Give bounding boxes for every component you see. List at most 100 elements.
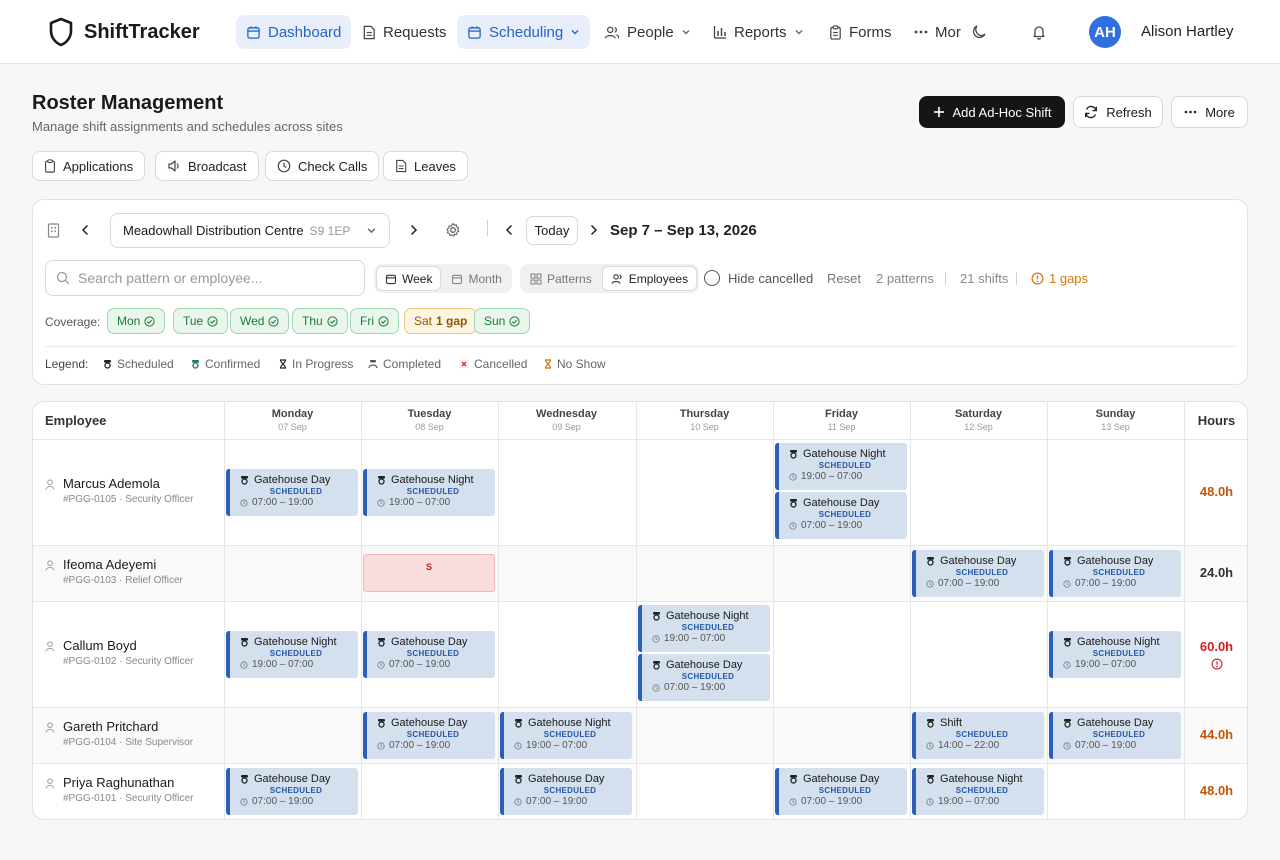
gaps-indicator[interactable]: 1 gaps bbox=[1031, 271, 1088, 286]
user-name[interactable]: Alison Hartley bbox=[1141, 23, 1234, 40]
shift-card[interactable]: Gatehouse Day SCHEDULED 07:00 – 19:00 bbox=[638, 654, 770, 701]
week-view-button[interactable]: Week bbox=[376, 266, 442, 291]
shift-card[interactable]: Gatehouse Night SCHEDULED 19:00 – 07:00 bbox=[363, 469, 495, 516]
day-date: 07 Sep bbox=[278, 422, 307, 432]
broadcast-button[interactable]: Broadcast bbox=[155, 151, 259, 181]
nav-people[interactable]: People bbox=[594, 15, 701, 49]
employee-meta: #PGG-0105 · Security Officer bbox=[63, 494, 194, 505]
patterns-label: Patterns bbox=[547, 271, 592, 286]
shift-status: SCHEDULED bbox=[681, 672, 735, 681]
shift-title-text: Gatehouse Day bbox=[666, 659, 743, 671]
reset-button[interactable]: Reset bbox=[827, 271, 861, 286]
shift-card[interactable]: Gatehouse Day SCHEDULED 07:00 – 19:00 bbox=[500, 768, 632, 815]
employee-cell[interactable]: Gareth Pritchard #PGG-0104 · Site Supervi… bbox=[45, 719, 193, 748]
employees-button[interactable]: Employees bbox=[601, 266, 698, 291]
clock-icon bbox=[652, 683, 660, 692]
clock-icon bbox=[514, 741, 522, 750]
shift-card[interactable]: Gatehouse Day SCHEDULED 07:00 – 19:00 bbox=[1049, 712, 1181, 759]
shift-time: 07:00 – 19:00 bbox=[377, 659, 489, 670]
shift-status: SCHEDULED bbox=[955, 730, 1009, 739]
shift-title: Gatehouse Night bbox=[652, 610, 764, 622]
leaves-button[interactable]: Leaves bbox=[383, 151, 468, 181]
nav-dashboard[interactable]: Dashboard bbox=[236, 15, 352, 49]
nav-reports[interactable]: Reports bbox=[703, 15, 814, 49]
coverage-chip-sat[interactable]: Sat 1 gap bbox=[404, 308, 478, 334]
shift-title-text: Gatehouse Day bbox=[391, 717, 468, 729]
shift-title-text: Gatehouse Day bbox=[1077, 717, 1154, 729]
row-divider bbox=[33, 601, 1247, 602]
coverage-chip-tue[interactable]: Tue bbox=[173, 308, 229, 334]
cancelled-shift-card[interactable]: S bbox=[363, 554, 495, 592]
search-input[interactable]: Search pattern or employee... bbox=[45, 260, 365, 296]
shift-card[interactable]: Gatehouse Night SCHEDULED 19:00 – 07:00 bbox=[500, 712, 632, 759]
shift-card[interactable]: Gatehouse Day SCHEDULED 07:00 – 19:00 bbox=[775, 768, 907, 815]
patterns-button[interactable]: Patterns bbox=[522, 266, 600, 291]
employee-cell[interactable]: Ifeoma Adeyemi #PGG-0103 · Relief Officer bbox=[45, 557, 183, 586]
shift-card[interactable]: Gatehouse Night SCHEDULED 19:00 – 07:00 bbox=[1049, 631, 1181, 678]
employee-cell[interactable]: Callum Boyd #PGG-0102 · Security Officer bbox=[45, 638, 193, 667]
month-view-button[interactable]: Month bbox=[443, 266, 509, 291]
chevron-down-icon bbox=[366, 225, 377, 236]
coverage-chip-thu[interactable]: Thu bbox=[292, 308, 348, 334]
employee-cell[interactable]: Priya Raghunathan #PGG-0101 · Security Of… bbox=[45, 775, 193, 804]
shift-card[interactable]: Shift SCHEDULED 14:00 – 22:00 bbox=[912, 712, 1044, 759]
refresh-button[interactable]: Refresh bbox=[1073, 96, 1163, 128]
add-ad-hoc-shift-button[interactable]: Add Ad-Hoc Shift bbox=[919, 96, 1065, 128]
coverage-chip-mon[interactable]: Mon bbox=[107, 308, 166, 334]
check-calls-button[interactable]: Check Calls bbox=[265, 151, 380, 181]
employee-info: Callum Boyd #PGG-0102 · Security Officer bbox=[63, 638, 193, 667]
applications-button[interactable]: Applications bbox=[32, 151, 146, 181]
site-select[interactable]: Meadowhall Distribution Centre S9 1EP bbox=[110, 213, 390, 248]
more-button[interactable]: More bbox=[1171, 96, 1248, 128]
prev-site-button[interactable] bbox=[81, 224, 90, 236]
bell-icon[interactable] bbox=[1031, 24, 1047, 40]
shift-card[interactable]: Gatehouse Day SCHEDULED 07:00 – 19:00 bbox=[775, 492, 907, 539]
clock-icon bbox=[240, 498, 248, 507]
shift-title-text: Gatehouse Day bbox=[254, 474, 331, 486]
legend-item-confirmed: Confirmed bbox=[191, 357, 260, 371]
gear-icon[interactable] bbox=[445, 222, 461, 238]
shift-title: Gatehouse Day bbox=[926, 555, 1038, 567]
moon-icon[interactable] bbox=[971, 24, 987, 40]
nav-more[interactable]: Mor bbox=[904, 15, 971, 49]
shift-status: SCHEDULED bbox=[406, 487, 460, 496]
shift-time-text: 19:00 – 07:00 bbox=[664, 633, 726, 644]
shift-card[interactable]: Gatehouse Day SCHEDULED 07:00 – 19:00 bbox=[912, 550, 1044, 597]
shift-time: 07:00 – 19:00 bbox=[789, 520, 901, 531]
shift-card[interactable]: Gatehouse Night SCHEDULED 19:00 – 07:00 bbox=[638, 605, 770, 652]
shift-time-text: 19:00 – 07:00 bbox=[1075, 659, 1137, 670]
coverage-chip-wed[interactable]: Wed bbox=[230, 308, 290, 334]
shift-card[interactable]: Gatehouse Night SCHEDULED 19:00 – 07:00 bbox=[912, 768, 1044, 815]
coverage-chip-fri[interactable]: Fri bbox=[350, 308, 399, 334]
shift-card[interactable]: Gatehouse Day SCHEDULED 07:00 – 19:00 bbox=[226, 768, 358, 815]
hide-cancelled-checkbox[interactable] bbox=[704, 270, 720, 286]
hide-cancelled-label[interactable]: Hide cancelled bbox=[728, 271, 813, 286]
shift-card[interactable]: Gatehouse Day SCHEDULED 07:00 – 19:00 bbox=[1049, 550, 1181, 597]
logo[interactable]: ShiftTracker bbox=[48, 17, 200, 47]
next-week-button[interactable] bbox=[589, 224, 598, 236]
legend-item-completed: Completed bbox=[368, 357, 441, 371]
next-site-button[interactable] bbox=[409, 224, 418, 236]
coverage-chip-sun[interactable]: Sun bbox=[474, 308, 531, 334]
employee-cell[interactable]: Marcus Ademola #PGG-0105 · Security Offic… bbox=[45, 476, 193, 505]
shift-card[interactable]: Gatehouse Day SCHEDULED 07:00 – 19:00 bbox=[363, 631, 495, 678]
coverage-day-label: Wed bbox=[240, 314, 265, 328]
nav-requests[interactable]: Requests bbox=[352, 15, 456, 49]
nav-scheduling[interactable]: Scheduling bbox=[457, 15, 591, 49]
shift-title: Gatehouse Day bbox=[1063, 717, 1175, 729]
nav-forms[interactable]: Forms bbox=[819, 15, 902, 49]
avatar[interactable]: AH bbox=[1089, 16, 1121, 48]
shift-title-text: Gatehouse Night bbox=[803, 448, 886, 460]
today-button[interactable]: Today bbox=[526, 216, 578, 245]
shift-card[interactable]: Gatehouse Night SCHEDULED 19:00 – 07:00 bbox=[226, 631, 358, 678]
day-date: 09 Sep bbox=[552, 422, 581, 432]
shift-title-text: Gatehouse Day bbox=[803, 773, 880, 785]
clock-icon bbox=[1063, 741, 1071, 750]
prev-week-button[interactable] bbox=[505, 224, 514, 236]
shift-title-text: Gatehouse Night bbox=[254, 636, 337, 648]
shift-time: 07:00 – 19:00 bbox=[377, 740, 489, 751]
shift-card[interactable]: Gatehouse Night SCHEDULED 19:00 – 07:00 bbox=[775, 443, 907, 490]
day-date: 11 Sep bbox=[827, 422, 856, 432]
shift-card[interactable]: Gatehouse Day SCHEDULED 07:00 – 19:00 bbox=[363, 712, 495, 759]
shift-card[interactable]: Gatehouse Day SCHEDULED 07:00 – 19:00 bbox=[226, 469, 358, 516]
